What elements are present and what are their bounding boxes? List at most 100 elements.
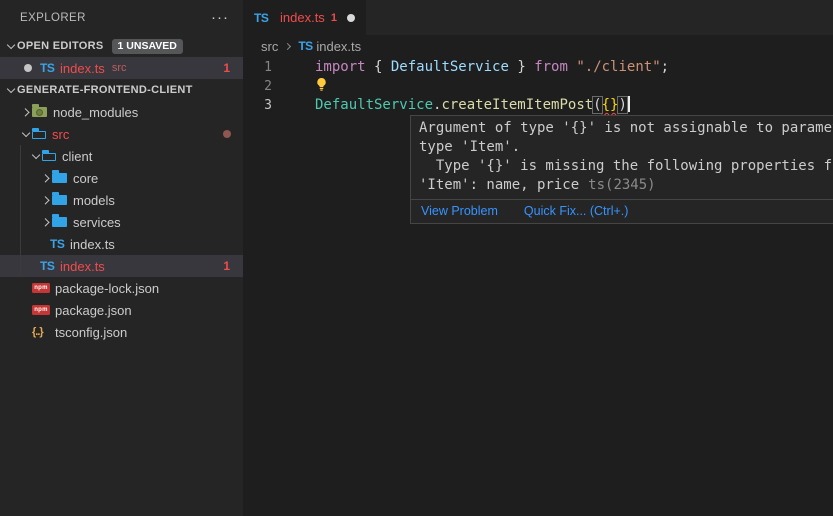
token-method: createItemItemPost bbox=[441, 97, 593, 113]
token-punctuation: ; bbox=[661, 59, 669, 75]
code-line-2[interactable]: 2 bbox=[243, 77, 833, 96]
chevron-down-icon bbox=[3, 83, 17, 97]
npm-file-icon: npm bbox=[32, 283, 50, 293]
folder-icon bbox=[52, 173, 67, 183]
tree-item-label: src bbox=[52, 127, 69, 142]
tree-item-package-json[interactable]: npm package.json bbox=[0, 299, 243, 321]
tree-item-src[interactable]: src bbox=[0, 123, 243, 145]
token-import-binding: DefaultService bbox=[391, 59, 509, 75]
chevron-right-icon bbox=[281, 40, 293, 52]
error-count-badge: 1 bbox=[223, 259, 230, 273]
chevron-right-icon bbox=[38, 215, 52, 229]
tree-item-label: node_modules bbox=[53, 105, 138, 120]
typescript-file-icon: TS bbox=[40, 61, 60, 75]
open-editor-file-detail: src bbox=[112, 62, 127, 74]
code-line-3[interactable]: 3 DefaultService.createItemItemPost({}) bbox=[243, 96, 833, 115]
folder-open-icon bbox=[32, 131, 46, 139]
error-message-line: Type '{}' is missing the following prope… bbox=[419, 157, 833, 176]
tab-indexts[interactable]: TS index.ts 1 bbox=[243, 0, 366, 35]
chevron-right-icon bbox=[38, 193, 52, 207]
explorer-title: EXPLORER bbox=[20, 12, 211, 24]
typescript-file-icon: TS bbox=[40, 259, 60, 273]
error-message-text: 'Item': name, price bbox=[419, 177, 579, 193]
open-editor-file-name: index.ts bbox=[60, 61, 105, 76]
token-keyword: from bbox=[534, 59, 576, 75]
file-tree: node_modules src client core bbox=[0, 101, 243, 343]
typescript-file-icon: TS bbox=[298, 39, 316, 53]
token-punctuation: } bbox=[509, 59, 534, 75]
tree-item-package-lock-json[interactable]: npm package-lock.json bbox=[0, 277, 243, 299]
error-count-badge: 1 bbox=[223, 61, 230, 75]
folder-open-icon bbox=[42, 153, 56, 161]
more-actions-icon[interactable]: ··· bbox=[211, 13, 229, 23]
folder-icon bbox=[52, 195, 67, 205]
tree-item-label: package-lock.json bbox=[55, 281, 159, 296]
quick-fix-link[interactable]: Quick Fix... (Ctrl+.) bbox=[524, 204, 629, 218]
error-hover-tooltip: Argument of type '{}' is not assignable … bbox=[410, 115, 833, 224]
text-cursor bbox=[628, 96, 630, 112]
tab-label: index.ts bbox=[280, 10, 325, 25]
open-editors-label: OPEN EDITORS bbox=[17, 40, 104, 52]
error-message-line: type 'Item'. bbox=[419, 138, 833, 157]
open-editors-header[interactable]: OPEN EDITORS 1 UNSAVED bbox=[0, 35, 243, 57]
tree-item-label: tsconfig.json bbox=[55, 325, 127, 340]
breadcrumb-file[interactable]: index.ts bbox=[316, 39, 361, 54]
token-error-braces: {} bbox=[602, 97, 619, 113]
token-bracket-match: ( bbox=[593, 97, 601, 113]
chevron-down-icon bbox=[3, 39, 17, 53]
explorer-header: EXPLORER ··· bbox=[0, 0, 243, 35]
error-message-line: Argument of type '{}' is not assignable … bbox=[419, 119, 833, 138]
dirty-dot-icon bbox=[24, 64, 32, 72]
breadcrumb: src TS index.ts bbox=[243, 35, 833, 57]
tree-item-core[interactable]: core bbox=[0, 167, 243, 189]
error-code: ts(2345) bbox=[588, 177, 655, 193]
tree-item-services[interactable]: services bbox=[0, 211, 243, 233]
breadcrumb-folder[interactable]: src bbox=[261, 39, 278, 54]
unsaved-badge: 1 UNSAVED bbox=[112, 39, 183, 54]
typescript-file-icon: TS bbox=[254, 11, 274, 25]
line-number: 2 bbox=[243, 77, 272, 96]
explorer-sidebar: EXPLORER ··· OPEN EDITORS 1 UNSAVED TS i… bbox=[0, 0, 243, 516]
json-braces-icon: {..} bbox=[32, 326, 55, 338]
token-keyword: import bbox=[315, 59, 374, 75]
token-class: DefaultService bbox=[315, 97, 433, 113]
workspace-section-header[interactable]: GENERATE-FRONTEND-CLIENT bbox=[0, 79, 243, 101]
tree-item-label: index.ts bbox=[60, 259, 105, 274]
typescript-file-icon: TS bbox=[50, 237, 70, 251]
error-message: Argument of type '{}' is not assignable … bbox=[411, 116, 833, 199]
tab-error-badge: 1 bbox=[331, 12, 337, 24]
modified-dot-icon bbox=[223, 130, 231, 138]
tree-item-models[interactable]: models bbox=[0, 189, 243, 211]
npm-file-icon: npm bbox=[32, 305, 50, 315]
tree-item-node-modules[interactable]: node_modules bbox=[0, 101, 243, 123]
tree-item-label: package.json bbox=[55, 303, 132, 318]
line-number-active: 3 bbox=[243, 96, 272, 115]
lightbulb-icon[interactable] bbox=[315, 77, 328, 98]
token-punctuation: { bbox=[374, 59, 391, 75]
chevron-down-icon bbox=[28, 149, 42, 163]
tree-item-label: client bbox=[62, 149, 92, 164]
tree-item-label: core bbox=[73, 171, 98, 186]
chevron-right-icon bbox=[38, 171, 52, 185]
indent-guide bbox=[20, 145, 21, 277]
tree-item-src-indexts[interactable]: TS index.ts 1 bbox=[0, 255, 243, 277]
open-editor-item-indexts[interactable]: TS index.ts src 1 bbox=[0, 57, 243, 79]
tree-item-tsconfig-json[interactable]: {..} tsconfig.json bbox=[0, 321, 243, 343]
line-number: 1 bbox=[243, 58, 272, 77]
tab-bar: TS index.ts 1 bbox=[243, 0, 833, 35]
tree-item-client[interactable]: client bbox=[0, 145, 243, 167]
token-string: "./client" bbox=[576, 59, 660, 75]
dirty-dot-icon[interactable] bbox=[347, 14, 355, 22]
tree-item-label: index.ts bbox=[70, 237, 115, 252]
view-problem-link[interactable]: View Problem bbox=[421, 204, 498, 218]
node-modules-folder-icon bbox=[32, 107, 47, 117]
code-line-1[interactable]: 1 import { DefaultService } from "./clie… bbox=[243, 58, 833, 77]
folder-icon bbox=[52, 217, 67, 227]
error-message-line: 'Item': name, price ts(2345) bbox=[419, 176, 833, 195]
tree-item-client-indexts[interactable]: TS index.ts bbox=[0, 233, 243, 255]
editor-area: TS index.ts 1 src TS index.ts 1 import {… bbox=[243, 0, 833, 516]
tree-item-label: services bbox=[73, 215, 121, 230]
token-bracket-match: ) bbox=[618, 97, 626, 113]
chevron-down-icon bbox=[18, 127, 32, 141]
tree-item-label: models bbox=[73, 193, 115, 208]
